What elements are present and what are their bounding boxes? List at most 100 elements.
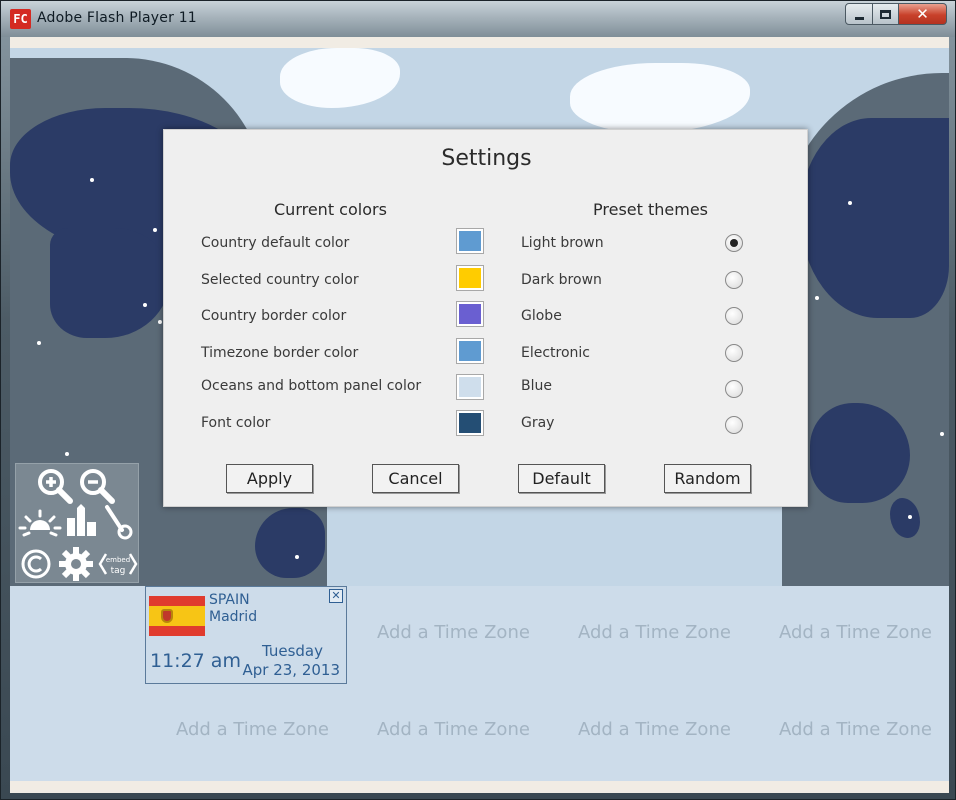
pin-tool-button[interactable] bbox=[102, 504, 136, 540]
theme-label: Blue bbox=[521, 378, 552, 394]
current-colors-heading: Current colors bbox=[274, 200, 387, 219]
maximize-icon bbox=[880, 9, 891, 19]
color-swatch[interactable] bbox=[456, 265, 484, 291]
greenland-land bbox=[280, 48, 400, 108]
copyright-button[interactable] bbox=[20, 548, 52, 580]
color-swatch[interactable] bbox=[456, 410, 484, 436]
color-label: Country default color bbox=[201, 235, 350, 251]
cancel-button[interactable]: Cancel bbox=[372, 464, 459, 493]
daylight-toggle-button[interactable] bbox=[18, 508, 62, 538]
add-time-zone-slot[interactable]: Add a Time Zone bbox=[578, 622, 731, 643]
add-time-zone-slot[interactable]: Add a Time Zone bbox=[779, 719, 932, 740]
theme-radio[interactable] bbox=[725, 344, 743, 362]
timezone-city: Madrid bbox=[209, 609, 258, 625]
bottom-strip bbox=[10, 781, 949, 793]
window-title: Adobe Flash Player 11 bbox=[37, 10, 197, 26]
theme-radio[interactable] bbox=[725, 234, 743, 252]
timezone-day: Tuesday bbox=[261, 642, 323, 660]
australia-land bbox=[810, 403, 910, 503]
settings-button[interactable] bbox=[56, 546, 96, 582]
color-label: Country border color bbox=[201, 308, 347, 324]
city-dot bbox=[158, 320, 162, 324]
theme-radio[interactable] bbox=[725, 416, 743, 434]
add-time-zone-slot[interactable]: Add a Time Zone bbox=[779, 622, 932, 643]
cities-toggle-button[interactable] bbox=[64, 504, 100, 538]
color-label: Oceans and bottom panel color bbox=[201, 378, 422, 394]
theme-label: Light brown bbox=[521, 235, 604, 251]
title-bar[interactable]: FC Adobe Flash Player 11 ✕ bbox=[1, 1, 955, 37]
color-label: Font color bbox=[201, 415, 271, 431]
minimize-button[interactable] bbox=[845, 3, 873, 25]
swatch-fill bbox=[459, 341, 481, 361]
add-time-zone-slot[interactable]: Add a Time Zone bbox=[176, 719, 329, 740]
city-dot bbox=[295, 555, 299, 559]
city-icon bbox=[67, 504, 96, 536]
map-tool-panel: embed tag bbox=[15, 463, 139, 583]
timezone-date: Apr 23, 2013 bbox=[242, 661, 340, 679]
pin-icon bbox=[105, 505, 133, 540]
close-button[interactable]: ✕ bbox=[899, 3, 947, 25]
tag-label: tag bbox=[111, 566, 126, 576]
add-time-zone-slot[interactable]: Add a Time Zone bbox=[377, 719, 530, 740]
color-swatch[interactable] bbox=[456, 228, 484, 254]
zoom-out-button[interactable] bbox=[78, 468, 118, 504]
swatch-fill bbox=[459, 304, 481, 324]
theme-label: Dark brown bbox=[521, 272, 602, 288]
window-controls: ✕ bbox=[845, 3, 947, 25]
settings-dialog: Settings Current colors Preset themes Co… bbox=[163, 129, 808, 507]
asia-land bbox=[800, 118, 949, 318]
swatch-fill bbox=[459, 231, 481, 251]
arctic-land bbox=[570, 63, 750, 133]
timezone-time: 11:27 am bbox=[150, 650, 241, 672]
color-swatch[interactable] bbox=[456, 374, 484, 400]
top-strip bbox=[10, 37, 949, 48]
color-swatch[interactable] bbox=[456, 338, 484, 364]
settings-title: Settings bbox=[441, 146, 532, 171]
remove-timezone-button[interactable]: ✕ bbox=[329, 589, 343, 603]
color-label: Selected country color bbox=[201, 272, 359, 288]
city-dot bbox=[65, 452, 69, 456]
swatch-fill bbox=[459, 413, 481, 433]
theme-radio[interactable] bbox=[725, 380, 743, 398]
timezone-card[interactable]: SPAIN Madrid ✕ 11:27 am Tuesday Apr 23, … bbox=[145, 586, 347, 684]
theme-label: Globe bbox=[521, 308, 562, 324]
apply-button[interactable]: Apply bbox=[226, 464, 313, 493]
zoom-in-button[interactable] bbox=[36, 468, 76, 504]
swatch-fill bbox=[459, 268, 481, 288]
theme-label: Gray bbox=[521, 415, 555, 431]
zoom-out-icon bbox=[80, 469, 115, 504]
default-button[interactable]: Default bbox=[518, 464, 605, 493]
swatch-fill bbox=[459, 377, 481, 397]
gear-icon bbox=[59, 547, 93, 581]
timezone-country: SPAIN bbox=[209, 592, 250, 608]
theme-label: Electronic bbox=[521, 345, 591, 361]
theme-radio[interactable] bbox=[725, 271, 743, 289]
app-window: FC Adobe Flash Player 11 ✕ Add a Time Zo… bbox=[0, 0, 956, 800]
city-dot bbox=[90, 178, 94, 182]
city-dot bbox=[908, 515, 912, 519]
sun-icon bbox=[18, 509, 62, 537]
zoom-in-icon bbox=[38, 469, 73, 504]
preset-themes-heading: Preset themes bbox=[593, 200, 708, 219]
city-dot bbox=[940, 432, 944, 436]
flash-player-icon: FC bbox=[10, 9, 31, 29]
city-dot bbox=[143, 303, 147, 307]
embed-label: embed bbox=[106, 556, 130, 564]
embed-tag-icon: embed tag bbox=[98, 553, 138, 576]
city-dot bbox=[815, 296, 819, 300]
city-dot bbox=[848, 201, 852, 205]
city-dot bbox=[153, 228, 157, 232]
close-icon: ✕ bbox=[916, 4, 929, 23]
theme-radio[interactable] bbox=[725, 307, 743, 325]
south-america-land bbox=[255, 508, 325, 578]
maximize-button[interactable] bbox=[873, 3, 899, 25]
random-button[interactable]: Random bbox=[664, 464, 751, 493]
minimize-icon bbox=[854, 16, 864, 20]
add-time-zone-slot[interactable]: Add a Time Zone bbox=[578, 719, 731, 740]
embed-tag-button[interactable]: embed tag bbox=[98, 550, 138, 578]
add-time-zone-slot[interactable]: Add a Time Zone bbox=[377, 622, 530, 643]
copyright-icon bbox=[21, 549, 51, 579]
spain-flag-icon bbox=[149, 596, 205, 636]
city-dot bbox=[37, 341, 41, 345]
color-swatch[interactable] bbox=[456, 301, 484, 327]
